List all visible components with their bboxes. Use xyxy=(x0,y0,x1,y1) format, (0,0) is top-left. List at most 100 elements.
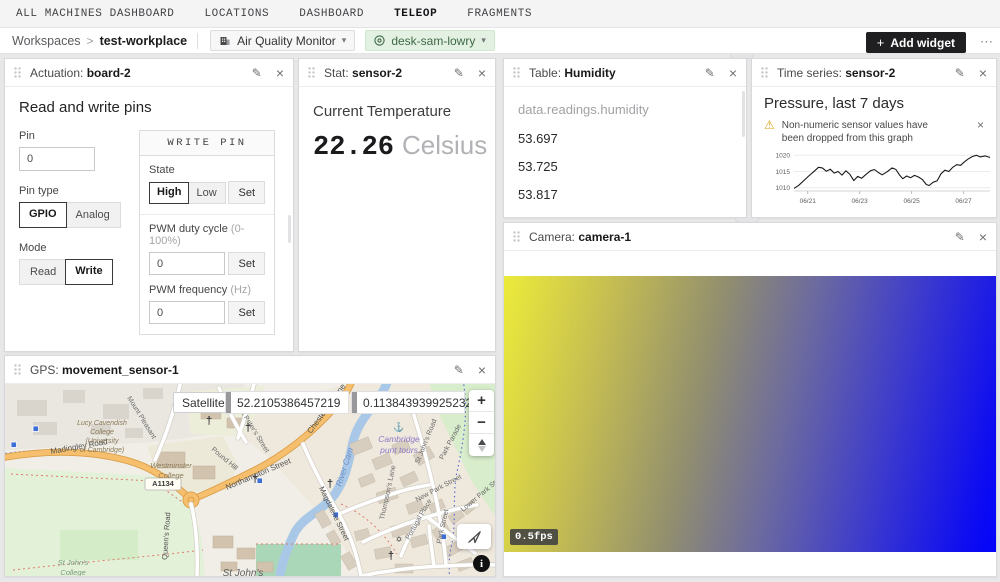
breadcrumb-workspaces[interactable]: Workspaces xyxy=(12,34,81,48)
latitude-input[interactable]: 52.2105386457219 xyxy=(226,392,348,413)
breadcrumb-current-workspace: test-workplace xyxy=(100,34,188,48)
table-row: 53.725 xyxy=(518,153,732,181)
machine-select[interactable]: desk-sam-lowry ▾ xyxy=(365,30,495,51)
pin-input[interactable] xyxy=(19,147,95,171)
drag-handle-icon[interactable] xyxy=(308,67,315,78)
locate-me-button[interactable] xyxy=(457,524,491,549)
edit-pencil-icon[interactable]: ✎ xyxy=(454,67,464,79)
nav-teleop[interactable]: TELEOP xyxy=(394,8,437,20)
table-column-header: data.readings.humidity xyxy=(518,95,732,125)
drag-handle-icon[interactable] xyxy=(14,364,21,375)
chart-title: Pressure, last 7 days xyxy=(764,95,984,112)
widget-header: GPS: movement_sensor-1 ✎ × xyxy=(5,356,495,384)
map-label: Westminster xyxy=(150,461,192,470)
table-row: 53.817 xyxy=(518,181,732,209)
widget-table: Table: Humidity ✎ × data.readings.humidi… xyxy=(503,58,747,218)
widget-camera: Camera: camera-1 ✎ × 0.5fps xyxy=(503,222,997,577)
map-zoom-controls: + − xyxy=(469,390,494,456)
chevron-down-icon: ▾ xyxy=(342,35,347,46)
widget-header: Stat: sensor-2 ✎ × xyxy=(299,59,495,87)
toolbar-divider xyxy=(197,33,198,49)
navigation-arrow-icon xyxy=(467,529,482,544)
edit-pencil-icon[interactable]: ✎ xyxy=(454,364,464,376)
pwm-duty-input[interactable] xyxy=(149,252,225,275)
longitude-input[interactable]: 0.11384393992523201 xyxy=(352,392,464,413)
pin-type-toggle: GPIO Analog xyxy=(19,202,121,228)
pwm-duty-label: PWM duty cycle (0-100%) xyxy=(149,223,265,247)
widget-header: Actuation: board-2 ✎ × xyxy=(5,59,293,87)
map-info-button[interactable]: i xyxy=(473,555,490,572)
drag-handle-icon[interactable] xyxy=(513,231,520,242)
location-select[interactable]: Air Quality Monitor ▾ xyxy=(210,30,355,51)
plus-icon: + xyxy=(877,35,885,50)
stat-label: Current Temperature xyxy=(313,103,481,120)
add-widget-button[interactable]: + Add widget xyxy=(866,32,966,53)
mode-read-button[interactable]: Read xyxy=(20,260,66,284)
nav-fragments[interactable]: FRAGMENTS xyxy=(467,8,532,20)
drag-handle-icon[interactable] xyxy=(513,67,520,78)
overflow-menu-button[interactable]: ⋯ xyxy=(980,34,994,50)
map-label: of Cambridge) xyxy=(80,447,124,454)
edit-pencil-icon[interactable]: ✎ xyxy=(955,67,965,79)
pwm-frequency-input[interactable] xyxy=(149,301,225,324)
stat-value: 22.26 xyxy=(313,133,394,163)
pwm-frequency-set-button[interactable]: Set xyxy=(228,301,265,324)
machine-select-label: desk-sam-lowry xyxy=(391,34,475,48)
zoom-in-button[interactable]: + xyxy=(469,390,494,412)
edit-pencil-icon[interactable]: ✎ xyxy=(955,231,965,243)
state-high-button[interactable]: High xyxy=(149,182,189,204)
edit-pencil-icon[interactable]: ✎ xyxy=(705,67,715,79)
dismiss-warning-icon[interactable]: × xyxy=(977,119,984,131)
scrollbar-thumb[interactable] xyxy=(742,91,745,137)
column-splitter-handle[interactable] xyxy=(730,54,754,59)
state-label: State xyxy=(149,164,265,176)
state-set-button[interactable]: Set xyxy=(228,181,265,204)
satellite-toggle-button[interactable]: Satellite xyxy=(173,392,234,413)
map-label: † xyxy=(327,478,333,490)
drag-handle-icon[interactable] xyxy=(761,67,768,78)
map-label: ⚓ xyxy=(393,421,404,432)
map-label: (University xyxy=(85,438,119,445)
zoom-out-button[interactable]: − xyxy=(469,412,494,434)
edit-pencil-icon[interactable]: ✎ xyxy=(252,67,262,79)
mode-label: Mode xyxy=(19,242,137,254)
pin-type-label: Pin type xyxy=(19,185,137,197)
close-icon[interactable]: × xyxy=(979,230,987,244)
mode-toggle: Read Write xyxy=(19,259,113,285)
drag-handle-icon[interactable] xyxy=(14,67,21,78)
state-toggle: High Low xyxy=(149,182,226,204)
warning-icon: ⚠ xyxy=(764,119,775,132)
widget-header: Table: Humidity ✎ × xyxy=(504,59,746,87)
mode-write-button[interactable]: Write xyxy=(65,259,112,285)
row-splitter-handle[interactable] xyxy=(735,218,759,223)
widget-title: Actuation: board-2 xyxy=(30,66,131,80)
close-icon[interactable]: × xyxy=(729,66,737,80)
write-pin-panel: WRITE PIN State High Low Set PWM duty cy… xyxy=(139,130,275,335)
pwm-duty-set-button[interactable]: Set xyxy=(228,252,265,275)
widget-header: Time series: sensor-2 ✎ × xyxy=(752,59,996,87)
close-icon[interactable]: × xyxy=(276,66,284,80)
pin-type-gpio-button[interactable]: GPIO xyxy=(19,202,67,228)
nav-all-machines-dashboard[interactable]: ALL MACHINES DASHBOARD xyxy=(16,8,174,20)
close-icon[interactable]: × xyxy=(478,66,486,80)
compass-tilt-button[interactable] xyxy=(469,434,494,456)
table-row: 53.697 xyxy=(518,125,732,153)
map-canvas[interactable]: Mount PleasantMadingley RoadLucy Cavendi… xyxy=(5,384,495,576)
nav-dashboard[interactable]: DASHBOARD xyxy=(299,8,364,20)
close-icon[interactable]: × xyxy=(478,363,486,377)
nav-locations[interactable]: LOCATIONS xyxy=(204,8,269,20)
close-icon[interactable]: × xyxy=(979,66,987,80)
widget-timeseries: Time series: sensor-2 ✎ × Pressure, last… xyxy=(751,58,997,218)
warning-banner: ⚠ Non-numeric sensor values have been dr… xyxy=(764,119,984,145)
scrollbar-thumb[interactable] xyxy=(288,215,291,243)
svg-text:06/27: 06/27 xyxy=(955,198,972,205)
fps-badge: 0.5fps xyxy=(510,529,558,545)
widget-title: Table: Humidity xyxy=(529,66,616,80)
state-low-button[interactable]: Low xyxy=(188,183,224,203)
chevron-down-icon: ▾ xyxy=(481,35,486,46)
map-label: † xyxy=(206,415,212,427)
map-label: St John's xyxy=(223,568,264,576)
warning-text: Non-numeric sensor values have been drop… xyxy=(782,119,940,145)
workspace-toolbar: Workspaces > test-workplace Air Quality … xyxy=(0,28,1000,54)
pin-type-analog-button[interactable]: Analog xyxy=(66,203,120,227)
